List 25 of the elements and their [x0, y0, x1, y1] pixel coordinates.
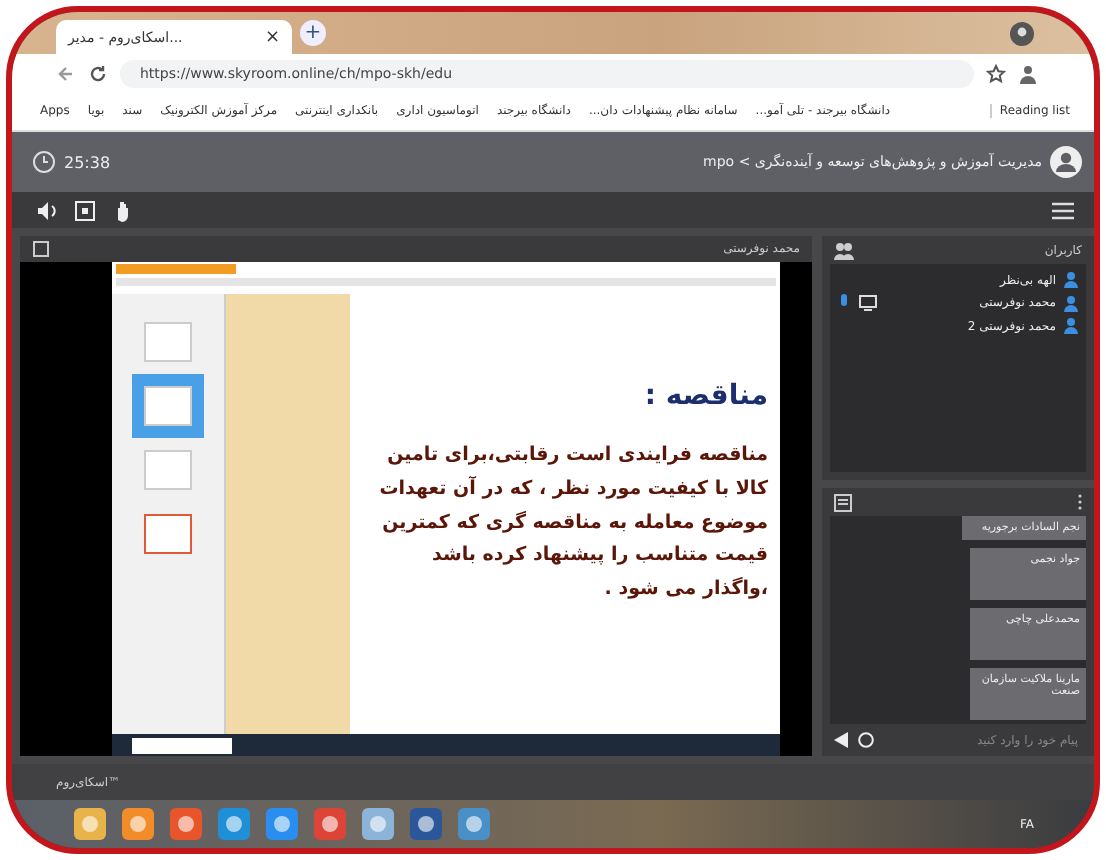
microphone-icon — [838, 294, 850, 312]
users-icon — [834, 241, 854, 259]
clock-icon — [32, 150, 56, 174]
new-tab-button[interactable]: + — [300, 20, 326, 46]
session-timer: 25:38 — [64, 153, 111, 171]
tab-close-button[interactable]: × — [264, 27, 280, 47]
user-icon — [1064, 318, 1078, 334]
slide-text: مناقصه فرایندی است رقابتی،برای تامین کالا با کیفیت مورد نظر ، که در آن تعهدات موضوع معامله به مناقصه گری که کمترین قیمت متناسب را پیشنهاد کرده باشد ،واگذار می شود . — [377, 442, 768, 604]
chat-icon — [834, 493, 852, 511]
profile-icon[interactable] — [1010, 21, 1034, 45]
emoji-icon[interactable] — [858, 732, 874, 748]
screen-share-icon[interactable] — [74, 199, 96, 221]
screen-icon[interactable] — [32, 240, 50, 258]
back-icon[interactable] — [56, 63, 76, 83]
speaker-icon[interactable] — [36, 199, 58, 221]
send-icon[interactable] — [834, 732, 850, 748]
user-icon — [1064, 272, 1078, 288]
star-icon[interactable] — [986, 63, 1006, 83]
user-icon[interactable] — [1018, 63, 1038, 83]
reload-icon[interactable] — [88, 63, 108, 83]
user-icon — [1064, 295, 1078, 311]
menu-icon[interactable] — [1052, 201, 1074, 219]
slide-heading: مناقصه : — [642, 380, 768, 413]
hand-icon[interactable] — [112, 199, 134, 221]
user-avatar-icon[interactable] — [1050, 146, 1082, 178]
